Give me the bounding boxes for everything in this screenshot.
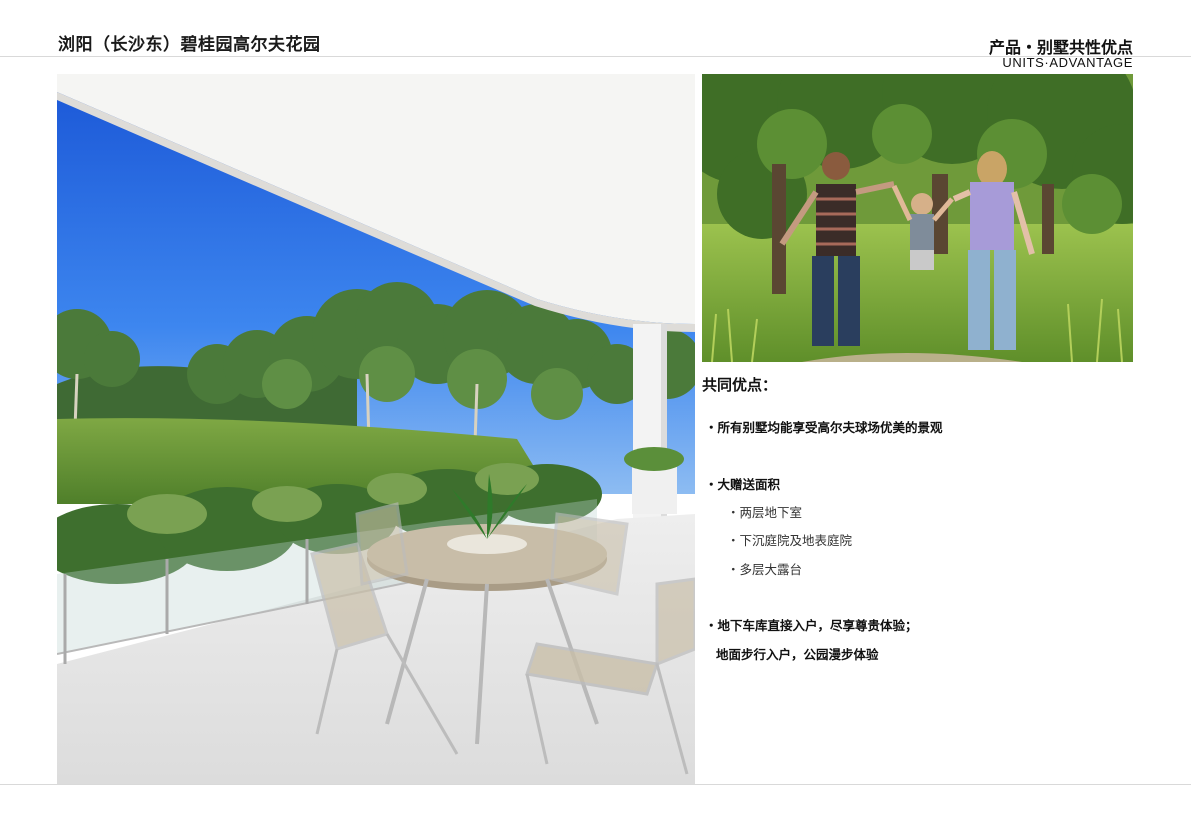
advantage-subitem-basement: ・两层地下室	[727, 505, 803, 520]
section-subtitle: UNITS·ADVANTAGE	[1002, 55, 1133, 70]
project-title: 浏阳（长沙东）碧桂园高尔夫花园	[58, 35, 321, 55]
footer-divider	[0, 784, 1191, 785]
terrace-photo	[57, 74, 695, 784]
advantage-item-garage-entry-cont: 地面步行入户，公园漫步体验	[716, 647, 879, 662]
family-photo	[702, 74, 1133, 362]
advantages-heading: 共同优点：	[702, 376, 778, 394]
advantage-item-garage-entry: ・地下车库直接入户，尽享尊贵体验；	[705, 618, 918, 633]
advantage-item-golf-view: ・所有别墅均能享受高尔夫球场优美的景观	[705, 420, 943, 435]
advantage-item-bonus-area: ・大赠送面积	[705, 477, 781, 492]
header-divider	[0, 56, 1191, 57]
advantage-subitem-terrace: ・多层大露台	[727, 562, 803, 577]
advantage-subitem-courtyard: ・下沉庭院及地表庭院	[727, 533, 853, 548]
